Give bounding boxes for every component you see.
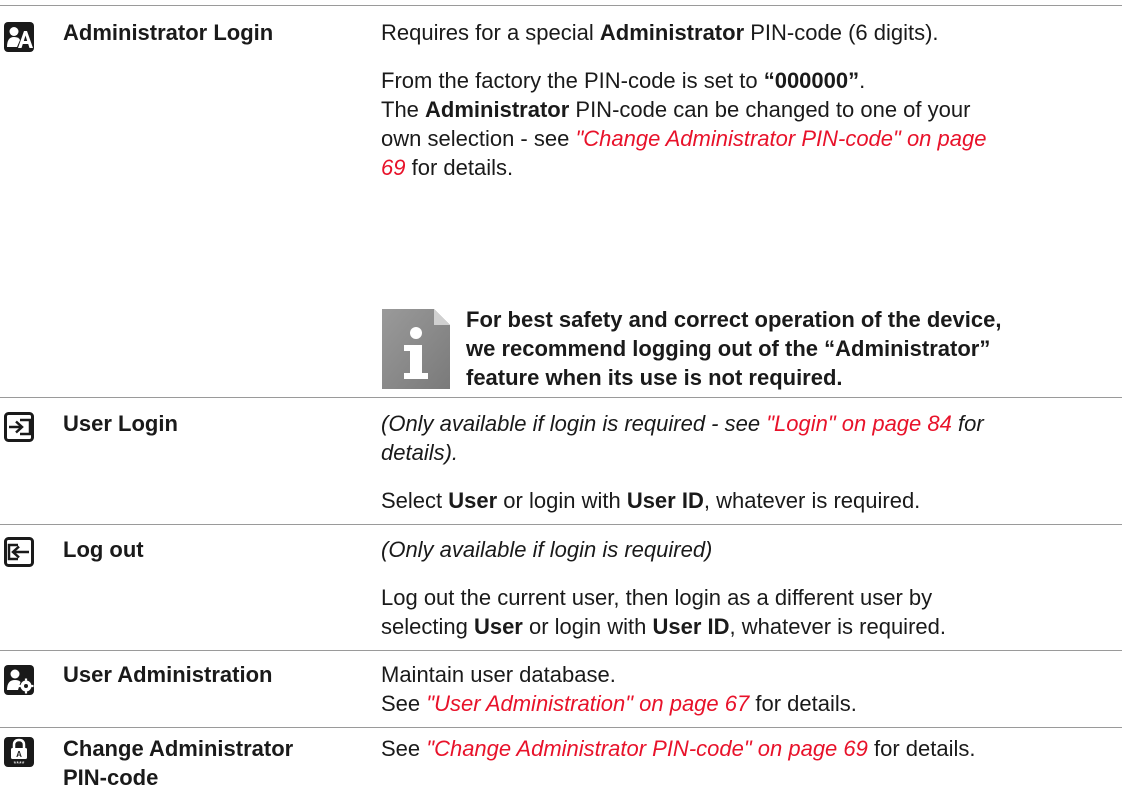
term-line: PIN-code: [63, 765, 159, 790]
link-login-page-84[interactable]: "Login" on page 84: [766, 411, 952, 436]
note-line: feature when its use is not required.: [466, 365, 843, 390]
desc-line: (Only available if login is required - s…: [381, 411, 984, 436]
term-line: Change Administrator: [63, 736, 294, 761]
desc-line: Select User or login with User ID, whate…: [381, 488, 921, 513]
admin-login-icon: [4, 22, 34, 52]
term-log-out: Log out: [63, 537, 144, 562]
desc-line: Log out the current user, then login as …: [381, 585, 933, 610]
info-note-icon: [382, 309, 450, 389]
term-user-login: User Login: [63, 411, 178, 436]
desc-line: From the factory the PIN-code is set to …: [381, 68, 866, 93]
desc-line: selecting User or login with User ID, wh…: [381, 614, 946, 639]
desc-line: Requires for a special Administrator PIN…: [381, 20, 939, 45]
link-change-admin-pin-page-69[interactable]: "Change Administrator PIN-code" on page …: [426, 736, 868, 761]
term-change-administrator-pin: Change Administrator PIN-code: [63, 734, 293, 792]
user-login-icon: [4, 412, 34, 442]
svg-text:****: ****: [14, 761, 25, 767]
row-divider: [0, 524, 1122, 525]
note-line: For best safety and correct operation of…: [466, 307, 1002, 332]
desc-line: See "Change Administrator PIN-code" on p…: [381, 736, 976, 761]
link-user-administration-page-67[interactable]: "User Administration" on page 67: [426, 691, 749, 716]
log-out-icon: [4, 537, 34, 567]
user-administration-icon: [4, 665, 34, 695]
desc-line: Maintain user database.: [381, 662, 616, 687]
row-divider: [0, 397, 1122, 398]
link-page-69[interactable]: 69: [381, 155, 405, 180]
desc-line: details).: [381, 440, 459, 465]
desc-line: 69 for details.: [381, 155, 514, 180]
safety-note: For best safety and correct operation of…: [466, 305, 1116, 392]
term-user-administration: User Administration: [63, 662, 273, 687]
change-pin-icon: A ****: [4, 737, 34, 767]
desc-line: The Administrator PIN-code can be change…: [381, 97, 971, 122]
desc-line: (Only available if login is required): [381, 537, 713, 562]
row-divider: [0, 650, 1122, 651]
desc-line: own selection - see "Change Administrato…: [381, 126, 987, 151]
note-line: we recommend logging out of the “Adminis…: [466, 336, 991, 361]
term-administrator-login: Administrator Login: [63, 20, 274, 45]
desc-line: See "User Administration" on page 67 for…: [381, 691, 857, 716]
row-divider: [0, 727, 1122, 728]
top-divider: [0, 5, 1122, 6]
link-change-admin-pin[interactable]: "Change Administrator PIN-code" on page: [575, 126, 986, 151]
